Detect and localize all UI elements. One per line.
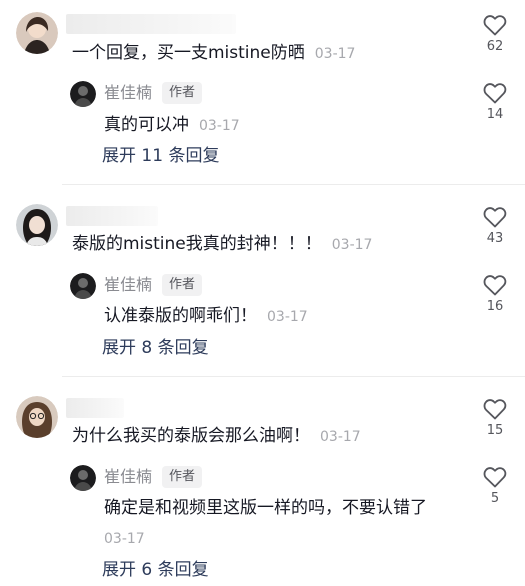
comment-time: 03-17 [320, 429, 361, 445]
author-badge: 作者 [162, 82, 203, 104]
divider [62, 376, 525, 377]
comment-time: 03-17 [314, 46, 356, 62]
comment-like-button[interactable]: 62 [474, 14, 516, 55]
heart-outline-icon [483, 15, 507, 36]
commenter-name-blurred[interactable] [66, 206, 158, 226]
reply-body[interactable]: 真的可以冲 03-17 [104, 114, 240, 137]
expand-replies-link[interactable]: 展开 8 条回复 [102, 337, 209, 359]
comment-text: 一个回复，买一支mistine防晒 [72, 43, 305, 63]
comment-like-button[interactable]: 15 [474, 398, 516, 439]
comment-like-button[interactable]: 43 [474, 206, 516, 247]
comment-body[interactable]: 为什么我买的泰版会那么油啊！ 03-17 [72, 425, 361, 448]
reply-time: 03-17 [199, 118, 240, 134]
reply-like-button[interactable]: 5 [474, 466, 516, 507]
heart-outline-icon [483, 467, 507, 488]
like-count: 14 [486, 107, 504, 122]
divider [62, 184, 525, 185]
heart-outline-icon [483, 207, 507, 228]
heart-outline-icon [483, 399, 507, 420]
reply-author-name[interactable]: 崔佳楠 [104, 466, 152, 488]
comment-time: 03-17 [331, 237, 373, 253]
comment-text: 为什么我买的泰版会那么油啊！ [72, 426, 310, 446]
comment-text: 泰版的mistine我真的封神！！！ [72, 234, 322, 254]
like-count: 5 [490, 491, 500, 506]
expand-replies-link[interactable]: 展开 6 条回复 [102, 559, 209, 581]
reply-author-name[interactable]: 崔佳楠 [104, 274, 152, 296]
author-avatar[interactable] [70, 465, 96, 491]
reply-time: 03-17 [104, 531, 145, 547]
commenter-name-blurred[interactable] [66, 398, 124, 418]
reply-author-name[interactable]: 崔佳楠 [104, 82, 152, 104]
like-count: 43 [486, 231, 504, 246]
heart-outline-icon [483, 275, 507, 296]
commenter-avatar[interactable] [16, 204, 58, 246]
author-avatar[interactable] [70, 273, 96, 299]
author-avatar[interactable] [70, 81, 96, 107]
like-count: 16 [486, 299, 504, 314]
reply-like-button[interactable]: 14 [474, 82, 516, 123]
author-badge: 作者 [162, 274, 203, 296]
commenter-name-blurred[interactable] [66, 14, 236, 34]
author-badge: 作者 [162, 466, 203, 488]
comment-body[interactable]: 泰版的mistine我真的封神！！！ 03-17 [72, 233, 372, 256]
reply-text: 确定是和视频里这版一样的吗，不要认错了 [104, 498, 427, 518]
comment-body[interactable]: 一个回复，买一支mistine防晒 03-17 [72, 42, 355, 65]
reply-like-button[interactable]: 16 [474, 274, 516, 315]
reply-time: 03-17 [267, 309, 308, 325]
commenter-avatar[interactable] [16, 12, 58, 54]
comment-feed: 一个回复，买一支mistine防晒 03-17 62 崔佳楠 作者 真的可以冲 03… [0, 0, 525, 586]
commenter-avatar[interactable] [16, 396, 58, 438]
reply-text: 真的可以冲 [104, 115, 189, 135]
expand-replies-link[interactable]: 展开 11 条回复 [102, 145, 219, 167]
reply-body[interactable]: 确定是和视频里这版一样的吗，不要认错了 [104, 497, 427, 519]
like-count: 62 [486, 39, 504, 54]
reply-text: 认准泰版的啊乖们！ [104, 306, 257, 326]
like-count: 15 [486, 423, 504, 438]
heart-outline-icon [483, 83, 507, 104]
reply-body[interactable]: 认准泰版的啊乖们！ 03-17 [104, 305, 308, 328]
